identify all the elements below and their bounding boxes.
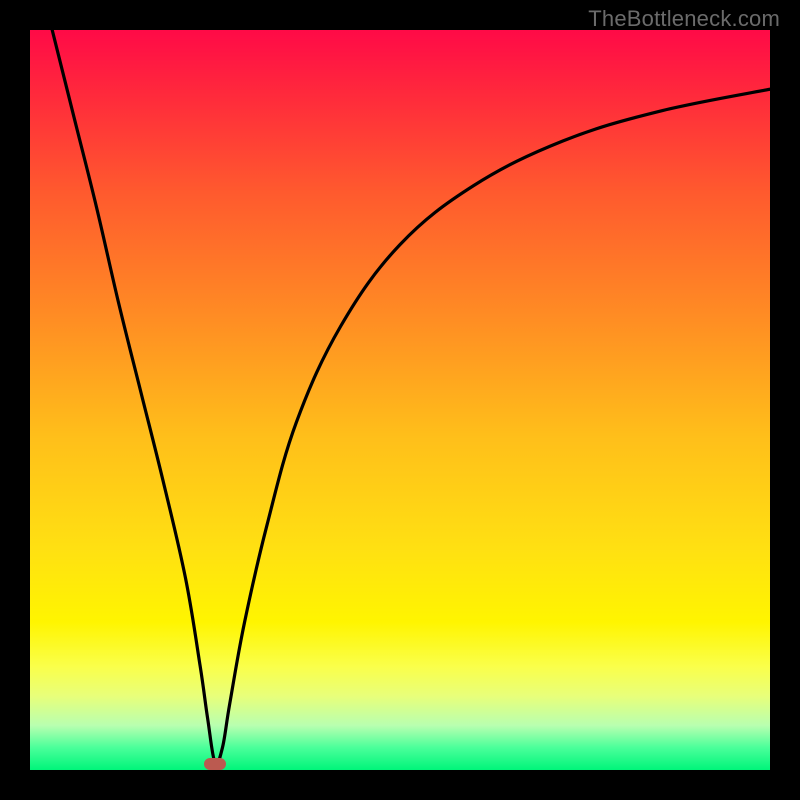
watermark-text: TheBottleneck.com [588,6,780,32]
curve-path [52,30,770,764]
bottleneck-curve [30,30,770,770]
chart-frame: TheBottleneck.com [0,0,800,800]
plot-area [30,30,770,770]
min-marker [204,758,226,770]
